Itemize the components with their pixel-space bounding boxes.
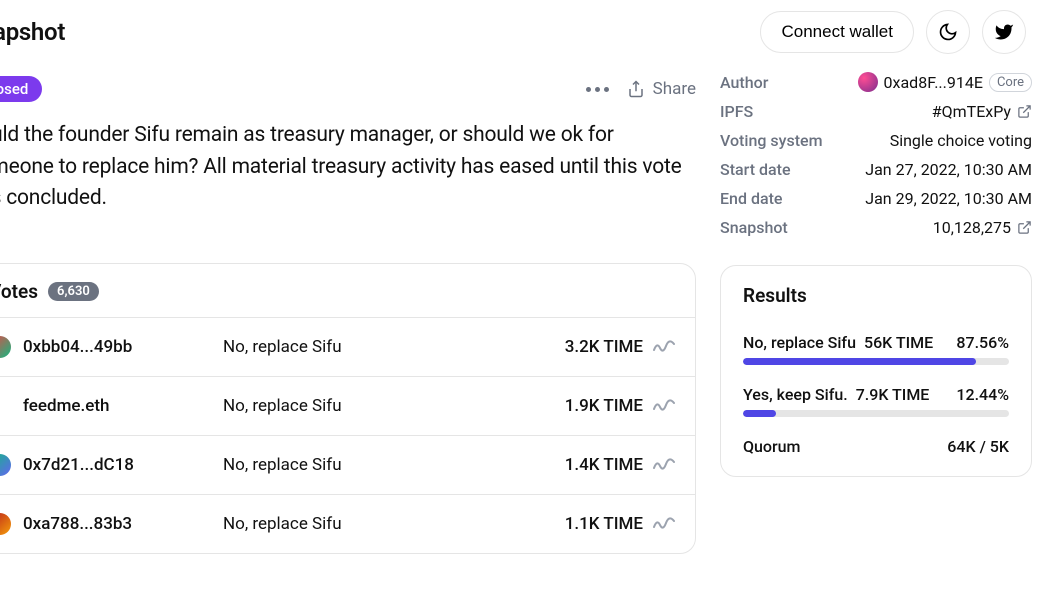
proposal-top-bar: Closed Share	[0, 72, 696, 120]
result-amount: 7.9K TIME	[856, 385, 930, 404]
voter-address: feedme.eth	[23, 396, 223, 416]
share-label: Share	[653, 79, 696, 99]
author-avatar	[858, 72, 878, 92]
app-title: napshot	[0, 18, 65, 46]
meta-snapshot: Snapshot 10,128,275	[720, 218, 1032, 237]
ipfs-link: #QmTExPy	[932, 102, 1011, 121]
core-badge: Core	[989, 73, 1032, 92]
snapshot-link: 10,128,275	[933, 218, 1011, 237]
voter-address: 0xbb04...49bb	[23, 337, 223, 357]
header-actions: Connect wallet	[760, 10, 1026, 54]
proposal-actions: Share	[586, 79, 696, 99]
status-badge: Closed	[0, 76, 42, 102]
share-button[interactable]: Share	[627, 79, 696, 99]
twitter-icon	[994, 22, 1014, 42]
vote-amount: 3.2K TIME	[565, 337, 675, 357]
twitter-button[interactable]	[982, 10, 1026, 54]
proposal-meta: Author 0xad8F...914E Core IPFS #QmTExPy …	[720, 72, 1032, 237]
meta-ipfs: IPFS #QmTExPy	[720, 102, 1032, 121]
vote-row[interactable]: 0xbb04...49bb No, replace Sifu 3.2K TIME	[0, 318, 695, 377]
quorum-label: Quorum	[743, 437, 801, 456]
meta-end-date: End date Jan 29, 2022, 10:30 AM	[720, 189, 1032, 208]
signature-icon	[653, 458, 675, 472]
vote-amount: 1.4K TIME	[565, 455, 675, 475]
result-percent: 12.44%	[956, 385, 1009, 404]
connect-wallet-button[interactable]: Connect wallet	[760, 11, 914, 53]
theme-toggle-button[interactable]	[926, 10, 970, 54]
vote-row[interactable]: 0x7d21...dC18 No, replace Sifu 1.4K TIME	[0, 436, 695, 495]
votes-count-badge: 6,630	[48, 282, 99, 301]
proposal-sidebar: Author 0xad8F...914E Core IPFS #QmTExPy …	[720, 72, 1050, 554]
voter-address: 0x7d21...dC18	[23, 455, 223, 475]
quorum-value: 64K / 5K	[947, 437, 1009, 456]
app-header: napshot Connect wallet	[0, 0, 1050, 72]
more-menu-button[interactable]	[586, 87, 609, 92]
result-amount: 56K TIME	[864, 333, 933, 352]
result-percent: 87.56%	[956, 333, 1009, 352]
result-label: No, replace Sifu	[743, 333, 856, 352]
votes-header: Votes 6,630	[0, 264, 695, 318]
voter-avatar	[0, 336, 11, 358]
vote-row[interactable]: feedme.eth No, replace Sifu 1.9K TIME	[0, 377, 695, 436]
external-link-icon	[1017, 220, 1032, 235]
result-option: No, replace Sifu 56K TIME 87.56%	[743, 333, 1009, 365]
votes-title: Votes	[0, 280, 38, 303]
voter-avatar	[0, 454, 11, 476]
result-option: Yes, keep Sifu. 7.9K TIME 12.44%	[743, 385, 1009, 417]
vote-row[interactable]: 0xa788...83b3 No, replace Sifu 1.1K TIME	[0, 495, 695, 553]
proposal-description: hould the founder Sifu remain as treasur…	[0, 120, 696, 215]
vote-choice: No, replace Sifu	[223, 514, 565, 534]
signature-icon	[653, 517, 675, 531]
votes-card: Votes 6,630 0xbb04...49bb No, replace Si…	[0, 263, 696, 554]
quorum-row: Quorum 64K / 5K	[743, 437, 1009, 456]
vote-amount: 1.9K TIME	[565, 396, 675, 416]
results-card: Results No, replace Sifu 56K TIME 87.56%…	[720, 265, 1032, 477]
vote-amount: 1.1K TIME	[565, 514, 675, 534]
proposal-main: Closed Share hould the founder Sifu rema…	[0, 72, 696, 554]
meta-start-date: Start date Jan 27, 2022, 10:30 AM	[720, 160, 1032, 179]
result-bar	[743, 410, 1009, 417]
signature-icon	[653, 340, 675, 354]
meta-author: Author 0xad8F...914E Core	[720, 72, 1032, 92]
vote-choice: No, replace Sifu	[223, 337, 565, 357]
voter-avatar	[0, 513, 11, 535]
author-address[interactable]: 0xad8F...914E	[884, 73, 983, 92]
vote-choice: No, replace Sifu	[223, 396, 565, 416]
signature-icon	[653, 399, 675, 413]
share-icon	[627, 80, 645, 98]
meta-voting-system: Voting system Single choice voting	[720, 131, 1032, 150]
voter-address: 0xa788...83b3	[23, 514, 223, 534]
results-title: Results	[743, 284, 1009, 307]
result-label: Yes, keep Sifu.	[743, 385, 848, 404]
moon-icon	[938, 22, 958, 42]
external-link-icon	[1017, 104, 1032, 119]
result-bar	[743, 358, 1009, 365]
vote-choice: No, replace Sifu	[223, 455, 565, 475]
